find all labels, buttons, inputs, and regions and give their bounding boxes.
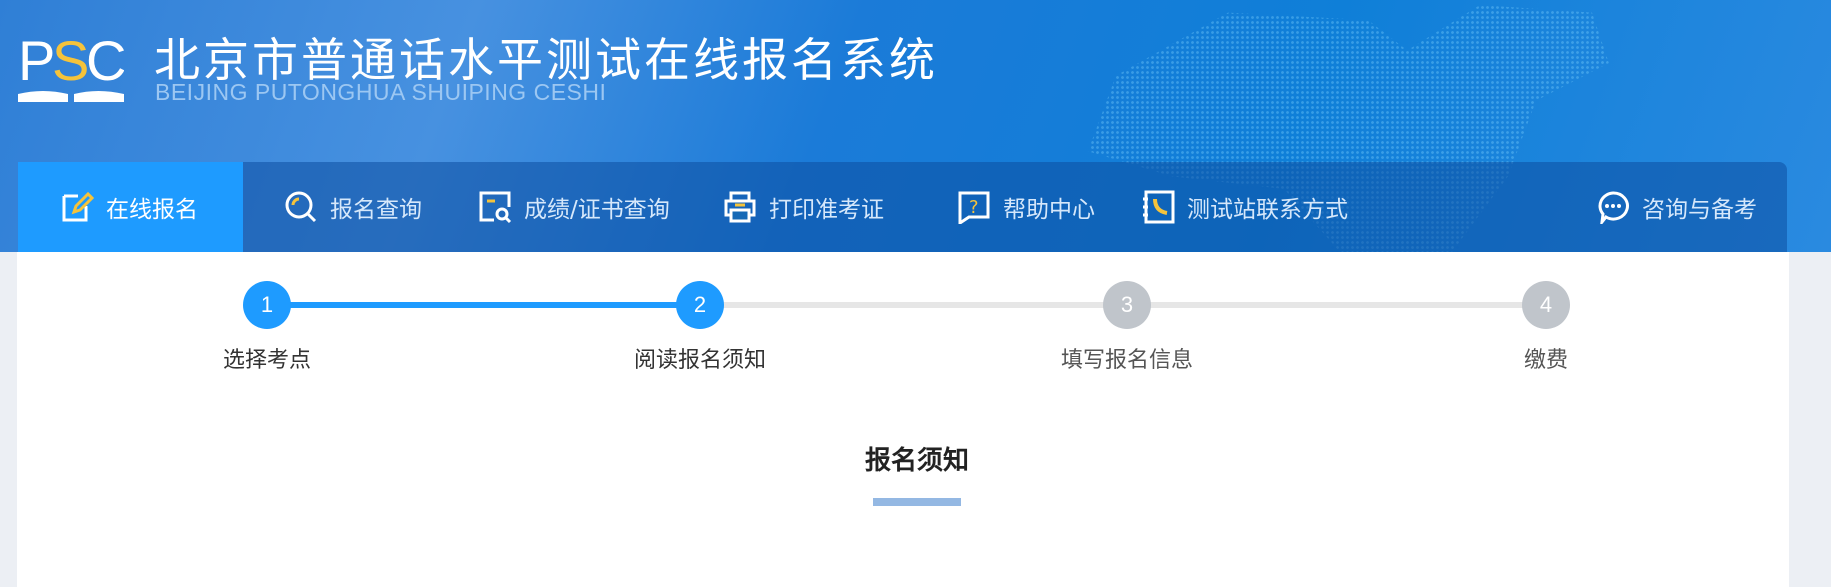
nav-registration-query[interactable]: 报名查询 [284,162,422,252]
nav-test-center-contacts[interactable]: 测试站联系方式 [1141,162,1348,252]
search-icon [285,191,317,223]
nav-help-center[interactable]: ? 帮助中心 [957,162,1095,252]
step-circle-4: 4 [1522,281,1570,329]
step-label-1: 选择考点 [222,348,311,373]
nav-label: 成绩/证书查询 [524,197,670,223]
nav-print-admission-ticket[interactable]: 打印准考证 [723,162,884,252]
nav-label: 打印准考证 [769,197,884,223]
svg-text:?: ? [969,197,979,218]
chat-icon [1598,191,1629,224]
nav-consult-and-prepare[interactable]: 咨询与备考 [1596,162,1757,252]
edit-icon [62,191,94,222]
nav-label: 报名查询 [330,197,422,223]
svg-text:S: S [52,30,89,92]
svg-text:P: P [18,30,55,92]
certificate-search-icon [479,191,512,224]
step-label-2: 阅读报名须知 [633,348,766,373]
nav-online-registration[interactable]: 在线报名 [18,162,243,252]
step-circle-3: 3 [1103,281,1151,329]
nav-score-certificate-query[interactable]: 成绩/证书查询 [478,162,670,252]
nav-label: 咨询与备考 [1642,197,1757,223]
step-label-3: 填写报名信息 [1060,348,1193,373]
psc-logo: P S C [18,30,124,102]
main-nav: 在线报名 报名查询 成绩/证书查询 打印准考证 ? 帮助中心 测试站联系方式 咨… [18,162,1787,252]
step-circle-1: 1 [243,281,291,329]
section-title-underline [873,498,961,506]
section-title: 报名须知 [864,446,969,476]
site-subtitle: BEIJING PUTONGHUA SHUIPING CESHI [155,79,607,105]
printer-icon [724,191,756,223]
step-track-complete [267,302,700,308]
nav-label: 帮助中心 [1003,197,1095,223]
svg-text:C: C [86,30,124,92]
step-circle-2: 2 [676,281,724,329]
step-label-4: 缴费 [1523,348,1568,373]
nav-label: 测试站联系方式 [1187,197,1348,223]
phone-book-icon [1143,190,1175,224]
help-icon: ? [958,191,990,224]
nav-label: 在线报名 [106,197,198,223]
